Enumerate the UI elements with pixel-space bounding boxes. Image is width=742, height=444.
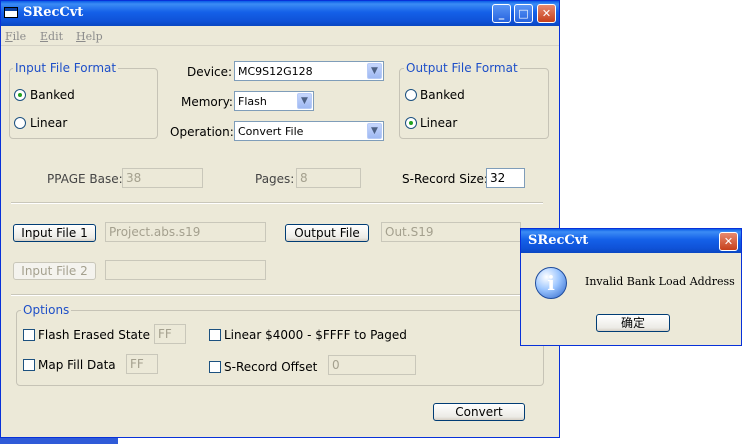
ppage-base-label: PPAGE Base: [47,172,123,186]
operation-select[interactable]: Convert File ▼ [234,121,384,141]
close-button[interactable]: ✕ [537,4,556,23]
output-linear-radio[interactable] [405,117,417,129]
srecord-offset-label: S-Record Offset [224,360,318,374]
output-banked-label: Banked [420,88,465,102]
output-banked-radio[interactable] [405,89,417,101]
operation-value: Convert File [238,125,304,138]
device-value: MC9S12G128 [238,65,313,78]
flash-erased-checkbox[interactable] [23,329,35,341]
device-label: Device: [187,65,233,79]
flash-erased-field: FF [154,324,186,344]
device-select[interactable]: MC9S12G128 ▼ [234,61,384,81]
title-bar[interactable]: SRecCvt _ □ ✕ [1,1,559,26]
menu-help[interactable]: Help [76,30,103,43]
options-group [16,310,544,386]
input-banked-radio[interactable] [14,89,26,101]
chevron-down-icon[interactable]: ▼ [297,93,312,109]
input-linear-radio[interactable] [14,117,26,129]
srecord-size-label: S-Record Size: [402,172,488,186]
minimize-button[interactable]: _ [492,4,511,23]
input-file-2-button[interactable]: Input File 2 [13,262,96,280]
input-linear-label: Linear [30,116,68,130]
menu-bar: File Edit Help [1,27,559,46]
dialog-title: SRecCvt [528,233,589,248]
map-fill-field: FF [126,354,158,374]
output-file-field: Out.S19 [381,222,521,242]
input-format-label: Input File Format [13,61,119,75]
dialog-title-bar[interactable]: SRecCvt ✕ [521,229,741,253]
chevron-down-icon[interactable]: ▼ [367,123,382,139]
convert-button[interactable]: Convert [433,403,525,421]
linear-to-paged-label: Linear $4000 - $FFFF to Paged [224,328,407,342]
error-dialog: SRecCvt ✕ i Invalid Bank Load Address 确定 [520,228,742,346]
ppage-base-field: 38 [122,168,203,188]
input-file-1-field: Project.abs.s19 [105,222,266,242]
map-fill-label: Map Fill Data [38,358,116,372]
flash-erased-label: Flash Erased State [38,328,150,342]
maximize-button[interactable]: □ [514,4,533,23]
memory-label: Memory: [181,95,233,109]
operation-label: Operation: [170,125,234,139]
pages-field: 8 [296,168,361,188]
dialog-ok-button[interactable]: 确定 [596,314,670,332]
options-label: Options [21,303,72,317]
output-linear-label: Linear [420,116,458,130]
app-icon[interactable] [4,7,18,18]
map-fill-checkbox[interactable] [23,359,35,371]
divider [11,202,543,204]
info-icon: i [535,267,567,299]
window-title: SRecCvt [23,5,84,20]
input-file-2-field [105,260,266,280]
main-window: SRecCvt _ □ ✕ File Edit Help Input File … [0,0,560,438]
srecord-size-field[interactable]: 32 [486,168,525,188]
menu-file[interactable]: File [5,30,26,43]
input-file-1-button[interactable]: Input File 1 [13,224,96,242]
linear-to-paged-checkbox[interactable] [209,329,221,341]
taskbar-edge [0,438,118,444]
srecord-offset-field: 0 [328,355,416,375]
input-banked-label: Banked [30,88,75,102]
srecord-offset-checkbox[interactable] [209,361,221,373]
dialog-close-button[interactable]: ✕ [719,232,738,251]
dialog-message: Invalid Bank Load Address [585,275,735,288]
memory-select[interactable]: Flash ▼ [234,91,314,111]
output-format-label: Output File Format [404,61,520,75]
chevron-down-icon[interactable]: ▼ [367,63,382,79]
output-file-button[interactable]: Output File [285,224,369,242]
pages-label: Pages: [255,172,295,186]
divider [11,294,543,296]
memory-value: Flash [238,95,267,108]
menu-edit[interactable]: Edit [40,30,63,43]
